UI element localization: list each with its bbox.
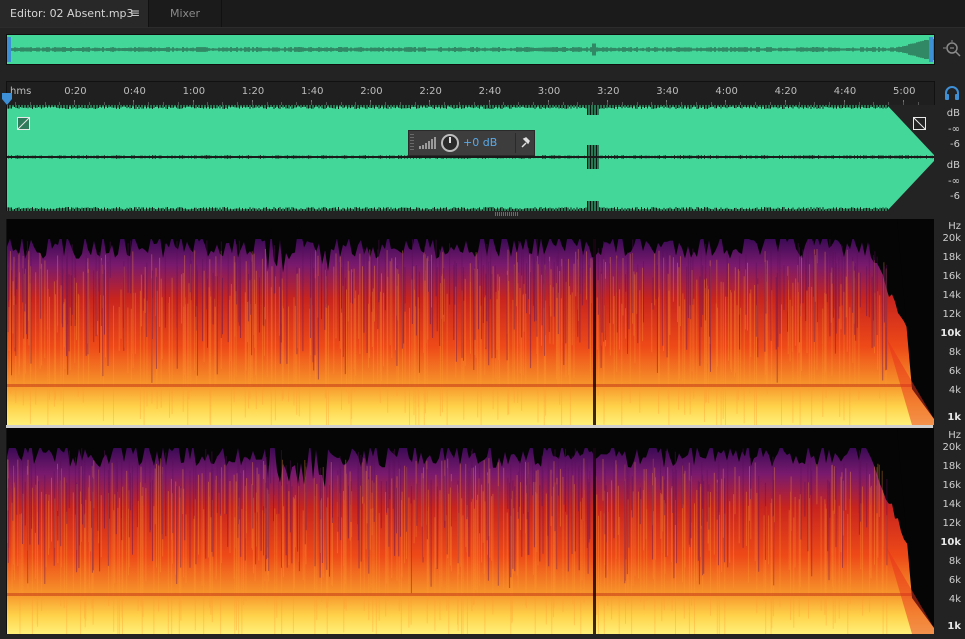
headphones-icon[interactable]: [944, 85, 960, 101]
tab-bar: Editor: 02 Absent.mp3 ≡ Mixer: [0, 0, 965, 28]
ruler-tick-label: 3:20: [597, 86, 620, 97]
ruler-tick-label: 1:00: [182, 86, 206, 97]
db-six-label: -6: [950, 191, 960, 202]
volume-hud[interactable]: +0 dB: [408, 130, 535, 156]
hz-tick-label: 1k: [947, 412, 961, 423]
pin-icon[interactable]: [515, 133, 534, 153]
overview-waveform-graphic: [7, 37, 934, 62]
tab-editor-label: Editor: 02 Absent.mp3: [10, 7, 134, 20]
fade-in-handle-icon[interactable]: [17, 117, 30, 130]
ruler-unit-label: hms: [10, 86, 32, 97]
hud-drag-handle[interactable]: [410, 134, 414, 152]
frequency-scale: Hz 20k 18k 16k 14k 12k 10k 8k 6k 4k 1k: [934, 219, 965, 425]
hz-tick-label: 8k: [948, 347, 961, 358]
spectral-display-left[interactable]: [6, 219, 934, 425]
level-meter-icon: [419, 137, 437, 149]
overview-waveform[interactable]: [6, 34, 935, 65]
db-six-label: -6: [950, 139, 960, 150]
hz-tick-label: 14k: [942, 499, 961, 510]
hz-tick-label: 16k: [942, 271, 961, 282]
spectral-display-right[interactable]: [6, 428, 934, 634]
ruler-tick-label: 2:00: [360, 86, 383, 97]
hz-tick-label: 10k: [940, 537, 961, 548]
zoom-icon[interactable]: [942, 39, 964, 59]
ruler-tick-label: 0:40: [123, 86, 146, 97]
hz-tick-label: 18k: [942, 461, 961, 472]
hz-tick-label: 16k: [942, 480, 961, 491]
ruler-tick-label: 1:40: [301, 86, 324, 97]
hz-tick-label: 14k: [942, 290, 961, 301]
volume-value[interactable]: +0 dB: [463, 136, 497, 149]
hz-tick-label: 12k: [942, 309, 961, 320]
db-unit-label: dB: [946, 160, 960, 171]
hz-tick-label: 18k: [942, 252, 961, 263]
db-inf-label: -∞: [948, 176, 960, 187]
db-inf-label: -∞: [948, 124, 960, 135]
volume-knob-icon[interactable]: [441, 134, 459, 152]
tab-mixer[interactable]: Mixer: [148, 0, 222, 27]
ruler-tick-label: 4:40: [833, 86, 857, 97]
spectral-graphic: [7, 428, 934, 634]
amplitude-scale: dB -∞ -6 dB -∞ -6: [934, 105, 965, 211]
hz-tick-label: 10k: [940, 328, 961, 339]
tab-mixer-label: Mixer: [169, 7, 200, 20]
ruler-tick-label: 1:20: [241, 86, 265, 97]
tab-editor[interactable]: Editor: 02 Absent.mp3 ≡: [0, 0, 148, 27]
hz-unit-label: Hz: [948, 221, 961, 232]
hz-tick-label: 4k: [948, 385, 961, 396]
tab-menu-icon[interactable]: ≡: [130, 0, 140, 27]
hz-unit-label: Hz: [948, 430, 961, 441]
spectral-graphic: [7, 219, 934, 425]
ruler-tick-label: 4:00: [715, 86, 738, 97]
ruler-tick-label: 2:40: [478, 86, 502, 97]
hz-tick-label: 4k: [948, 594, 961, 605]
playhead-marker-icon[interactable]: [2, 93, 12, 105]
panel-splitter[interactable]: [495, 212, 519, 216]
ruler-tick-label: 4:20: [774, 86, 798, 97]
waveform-graphic: [7, 105, 934, 211]
hz-tick-label: 12k: [942, 518, 961, 529]
hz-tick-label: 1k: [947, 621, 961, 632]
hz-tick-label: 6k: [948, 366, 961, 377]
hz-tick-label: 20k: [942, 442, 961, 453]
ruler-tick-label: 0:20: [64, 86, 87, 97]
fade-out-handle-icon[interactable]: [913, 117, 926, 130]
ruler-tick-label: 3:00: [537, 86, 561, 97]
frequency-scale: Hz 20k 18k 16k 14k 12k 10k 8k 6k 4k 1k: [934, 428, 965, 634]
hz-tick-label: 8k: [948, 556, 961, 567]
ruler-tick-label: 2:20: [419, 86, 442, 97]
waveform-display[interactable]: [6, 105, 934, 211]
ruler-tick-label: 3:40: [656, 86, 679, 97]
hz-tick-label: 20k: [942, 233, 961, 244]
db-unit-label: dB: [946, 108, 960, 119]
ruler-tick-label: 5:00: [893, 86, 916, 97]
time-ruler[interactable]: hms 0:20 0:40 1:00 1:20 1:40 2:00 2:20 2:40 3:00…: [6, 81, 935, 106]
hz-tick-label: 6k: [948, 575, 961, 586]
